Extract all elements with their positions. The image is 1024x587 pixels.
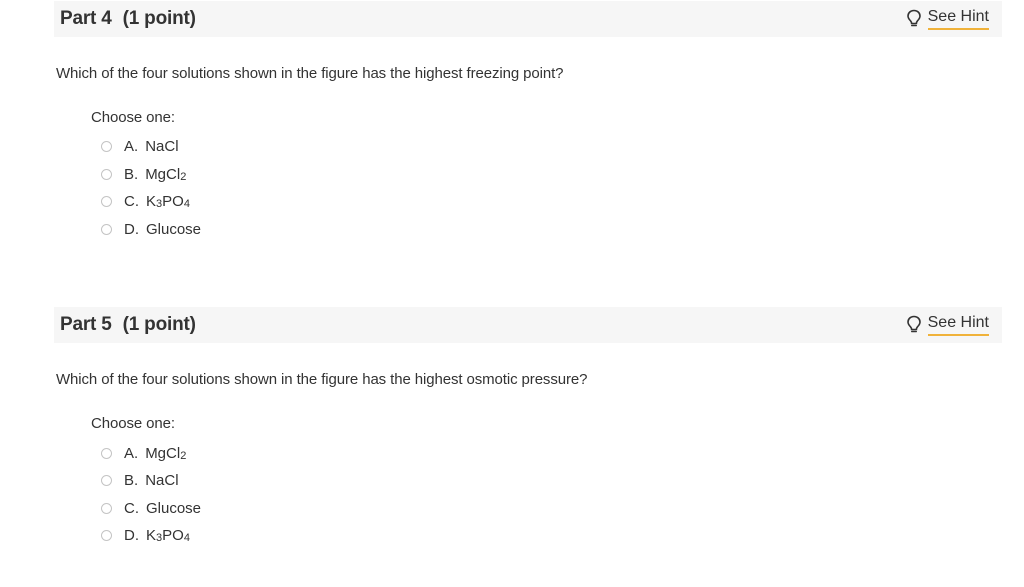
part-5-option-d[interactable]: D. K3PO4 (101, 524, 190, 546)
radio-button[interactable] (101, 447, 112, 459)
part-4-option-b[interactable]: B. MgCl2 (101, 163, 186, 185)
part-4-title: Part 4 (1 point) (60, 8, 196, 30)
part-4-option-d[interactable]: D. Glucose (101, 218, 201, 240)
option-letter: A. (124, 137, 139, 155)
radio-button[interactable] (101, 140, 112, 152)
option-label: A. NaCl (124, 138, 179, 155)
option-formula: Glucose (146, 220, 202, 238)
part-5-hint-label[interactable]: See Hint (927, 313, 989, 336)
option-label: D. Glucose (124, 221, 201, 238)
option-letter: B. (124, 471, 139, 489)
option-formula: Glucose (146, 499, 202, 517)
option-formula: MgCl2 (145, 165, 187, 183)
part-4-question: Which of the four solutions shown in the… (56, 65, 564, 82)
option-letter: C. (124, 499, 139, 517)
part-5-number: Part 5 (60, 314, 112, 335)
option-formula: MgCl2 (145, 444, 187, 462)
option-formula: K3PO4 (146, 192, 190, 210)
part-4-see-hint-link[interactable]: See Hint (906, 7, 989, 31)
option-label: B. MgCl2 (124, 166, 186, 183)
option-label: A. MgCl2 (124, 445, 186, 462)
option-letter: A. (124, 444, 139, 462)
part-5-header: Part 5 (1 point) See Hint (54, 307, 1002, 343)
option-letter: B. (124, 165, 139, 183)
radio-button[interactable] (101, 195, 112, 207)
radio-button[interactable] (101, 502, 112, 514)
option-label: B. NaCl (124, 472, 179, 489)
radio-button[interactable] (101, 168, 112, 180)
part-4-header: Part 4 (1 point) See Hint (54, 1, 1002, 37)
lightbulb-icon (906, 315, 921, 333)
part-5-option-b[interactable]: B. NaCl (101, 469, 179, 491)
part-4-number: Part 4 (60, 8, 112, 29)
option-label: D. K3PO4 (124, 527, 190, 544)
option-letter: C. (124, 192, 139, 210)
option-label: C. Glucose (124, 500, 201, 517)
option-formula: K3PO4 (146, 526, 190, 544)
option-formula: NaCl (145, 137, 179, 155)
option-letter: D. (124, 526, 139, 544)
part-5-choose-label: Choose one: (91, 415, 175, 432)
option-formula: NaCl (145, 471, 179, 489)
radio-button[interactable] (101, 529, 112, 541)
part-4-option-a[interactable]: A. NaCl (101, 135, 179, 157)
part-4-hint-label[interactable]: See Hint (927, 7, 989, 30)
part-5-title: Part 5 (1 point) (60, 314, 196, 336)
part-5-option-a[interactable]: A. MgCl2 (101, 442, 186, 464)
lightbulb-icon (906, 9, 921, 27)
radio-button[interactable] (101, 223, 112, 235)
part-4-choose-label: Choose one: (91, 109, 175, 126)
option-letter: D. (124, 220, 139, 238)
part-4-points: (1 point) (122, 8, 196, 29)
part-4-option-c[interactable]: C. K3PO4 (101, 190, 190, 212)
part-5-question: Which of the four solutions shown in the… (56, 371, 588, 388)
part-5-see-hint-link[interactable]: See Hint (906, 313, 989, 337)
part-5-points: (1 point) (122, 314, 196, 335)
option-label: C. K3PO4 (124, 193, 190, 210)
radio-button[interactable] (101, 474, 112, 486)
part-5-option-c[interactable]: C. Glucose (101, 497, 201, 519)
